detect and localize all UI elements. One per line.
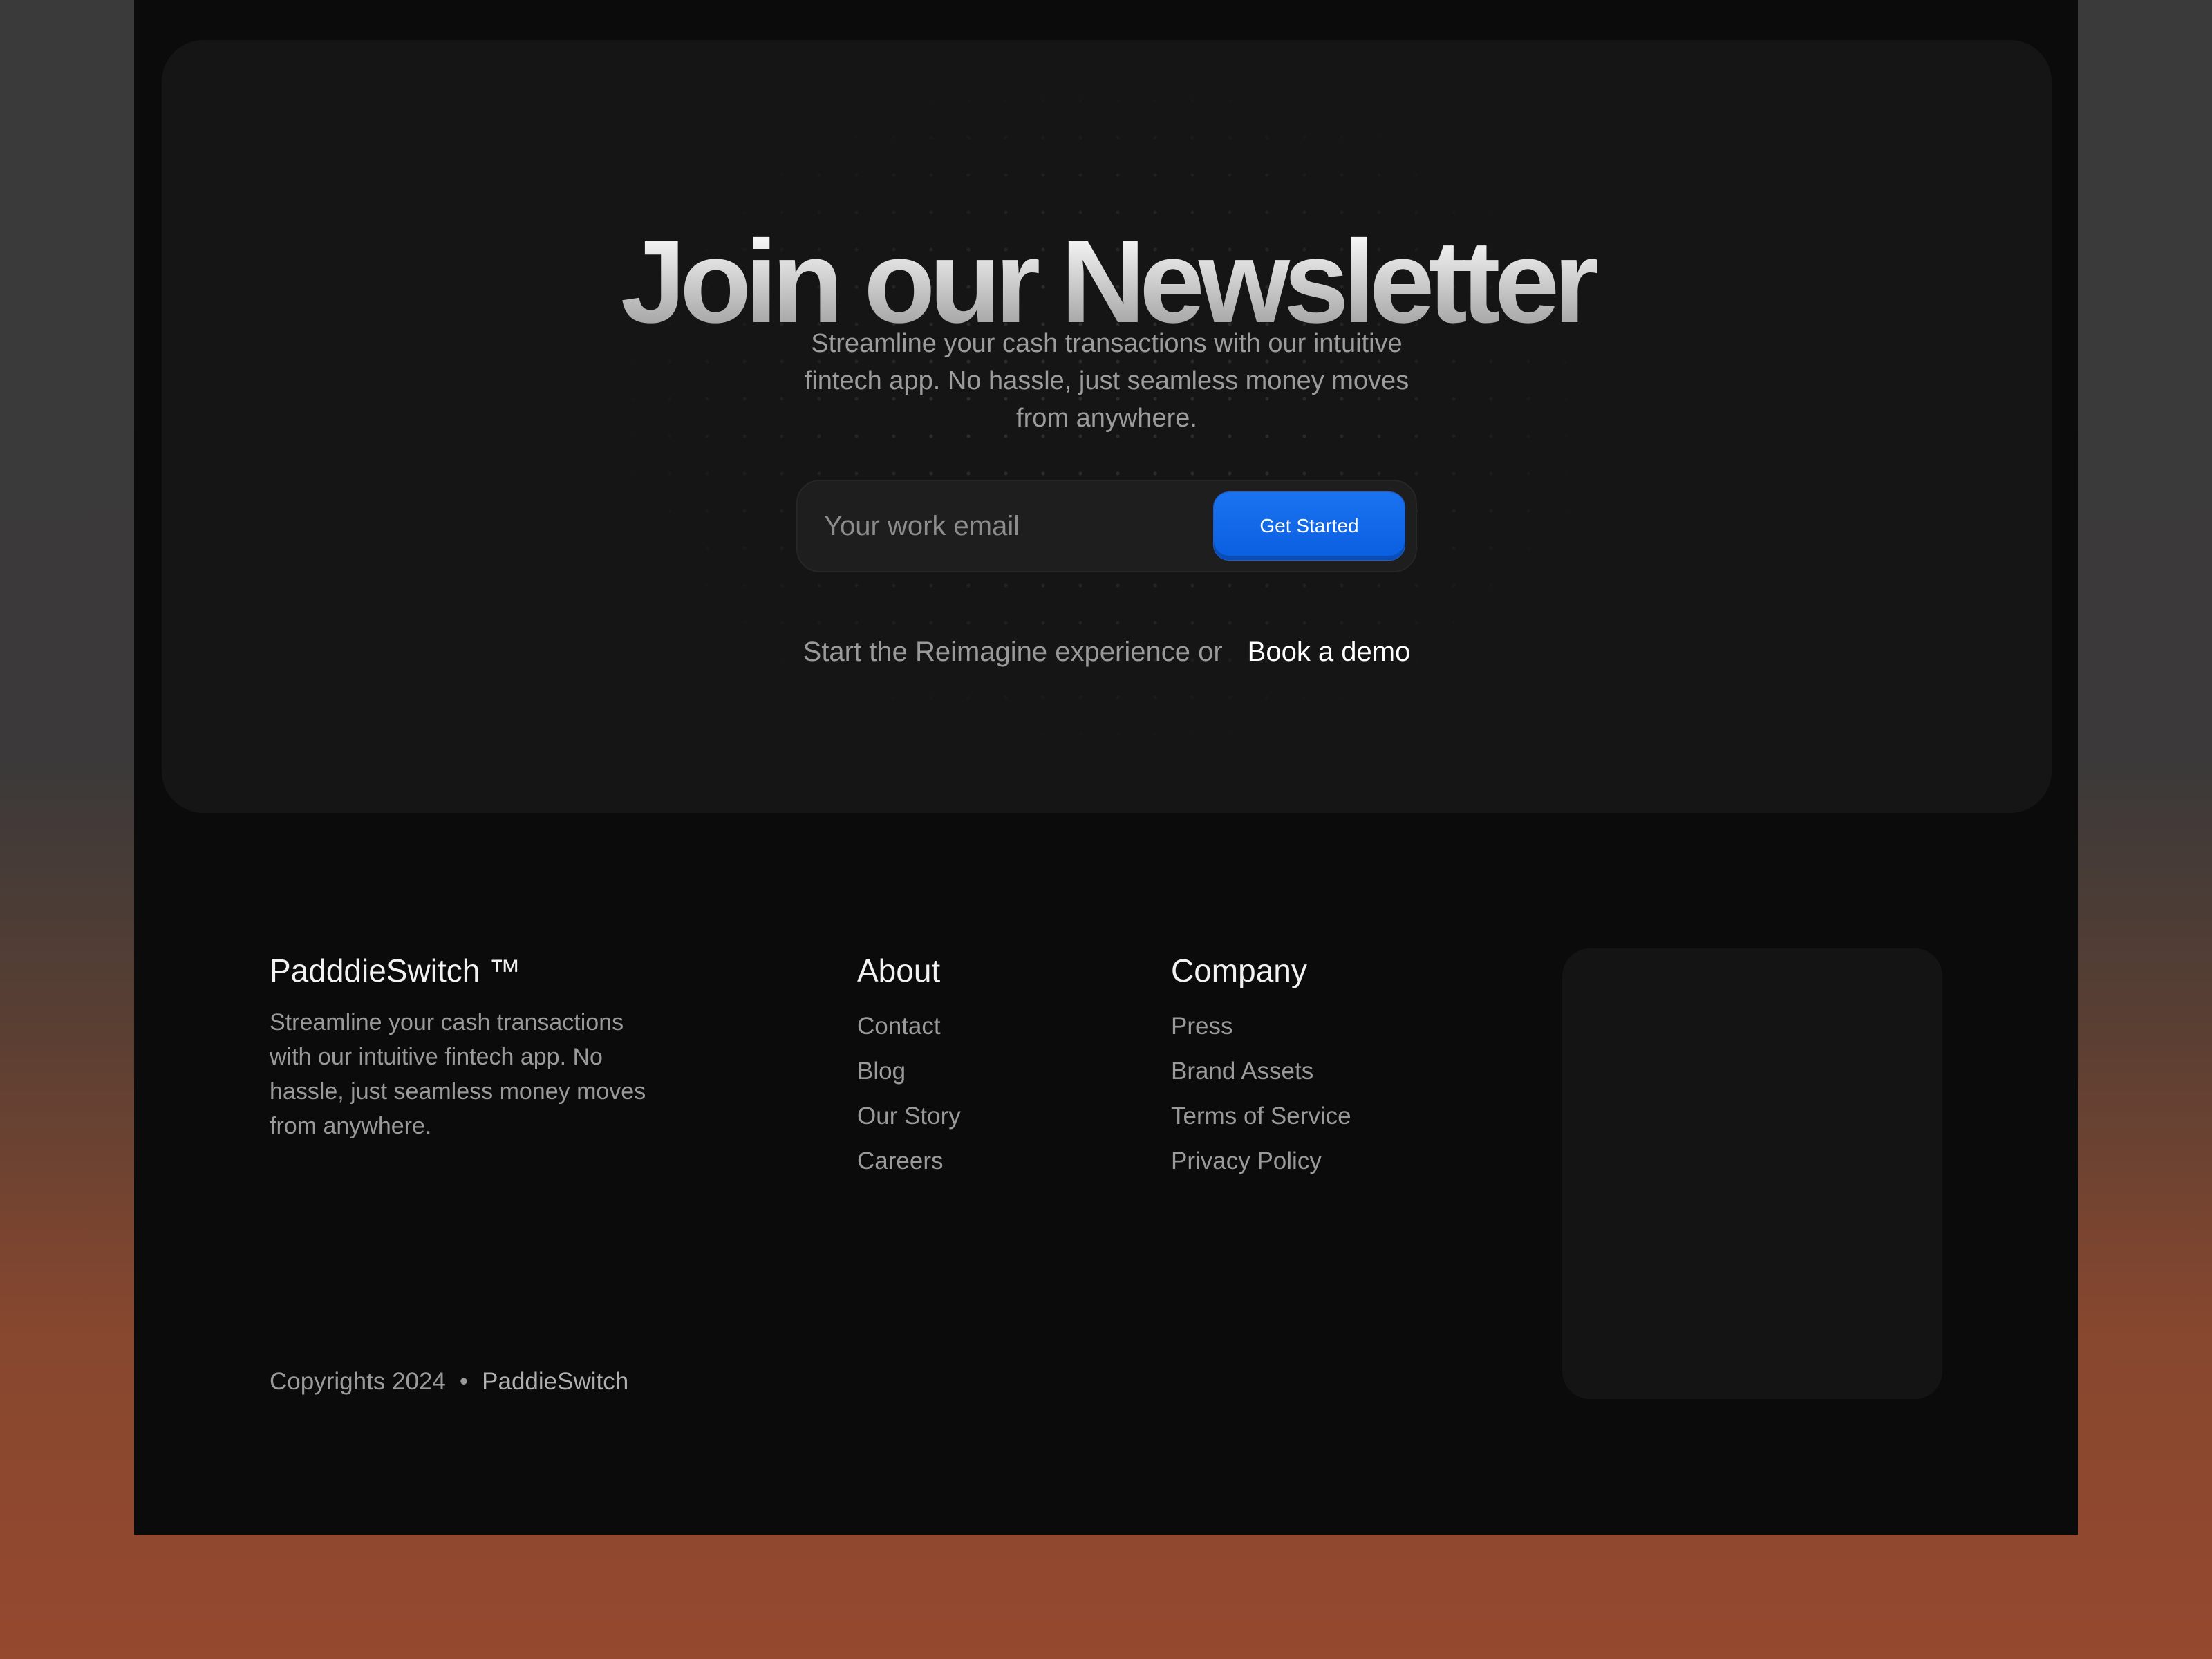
copyright: Copyrights 2024 • PaddieSwitch [270, 1365, 628, 1399]
book-demo-link[interactable]: Book a demo [1248, 637, 1411, 667]
footer-link-careers[interactable]: Careers [857, 1138, 961, 1183]
newsletter-form: Get Started [796, 480, 1417, 572]
about-heading: About [857, 953, 941, 988]
copyright-text: Copyrights 2024 [270, 1368, 446, 1395]
footer-link-brand-assets[interactable]: Brand Assets [1171, 1049, 1351, 1094]
footer-brand: PadddieSwitch ™ [270, 953, 521, 988]
get-started-button[interactable]: Get Started [1214, 492, 1405, 560]
footer-company-column: Company Press Brand Assets Terms of Serv… [1171, 950, 1351, 1183]
footer-about-column: About Contact Blog Our Story Careers [857, 950, 961, 1183]
dot-grid-background [577, 82, 1641, 813]
footer-link-our-story[interactable]: Our Story [857, 1094, 961, 1138]
footer-card [1562, 948, 1942, 1399]
footer-link-blog[interactable]: Blog [857, 1049, 961, 1094]
company-links: Press Brand Assets Terms of Service Priv… [1171, 1004, 1351, 1183]
newsletter-section: Join our Newsletter Streamline your cash… [162, 40, 2052, 813]
company-heading: Company [1171, 953, 1307, 988]
newsletter-description: Streamline your cash transactions with o… [804, 329, 1409, 433]
newsletter-subline: Start the Reimagine experience or Book a … [162, 635, 2052, 669]
page-panel: Join our Newsletter Streamline your cash… [134, 0, 2078, 1535]
footer-link-terms-of-service[interactable]: Terms of Service [1171, 1094, 1351, 1138]
subline-text: Start the Reimagine experience or [803, 637, 1223, 667]
copyright-separator: • [459, 1368, 469, 1395]
about-links: Contact Blog Our Story Careers [857, 1004, 961, 1183]
footer-link-press[interactable]: Press [1171, 1004, 1351, 1049]
footer-link-contact[interactable]: Contact [857, 1004, 961, 1049]
footer-tagline: Streamline your cash transactions with o… [270, 1009, 646, 1139]
copyright-brand: PaddieSwitch [482, 1368, 629, 1395]
footer-link-privacy-policy[interactable]: Privacy Policy [1171, 1138, 1351, 1183]
email-input[interactable] [814, 492, 1255, 560]
